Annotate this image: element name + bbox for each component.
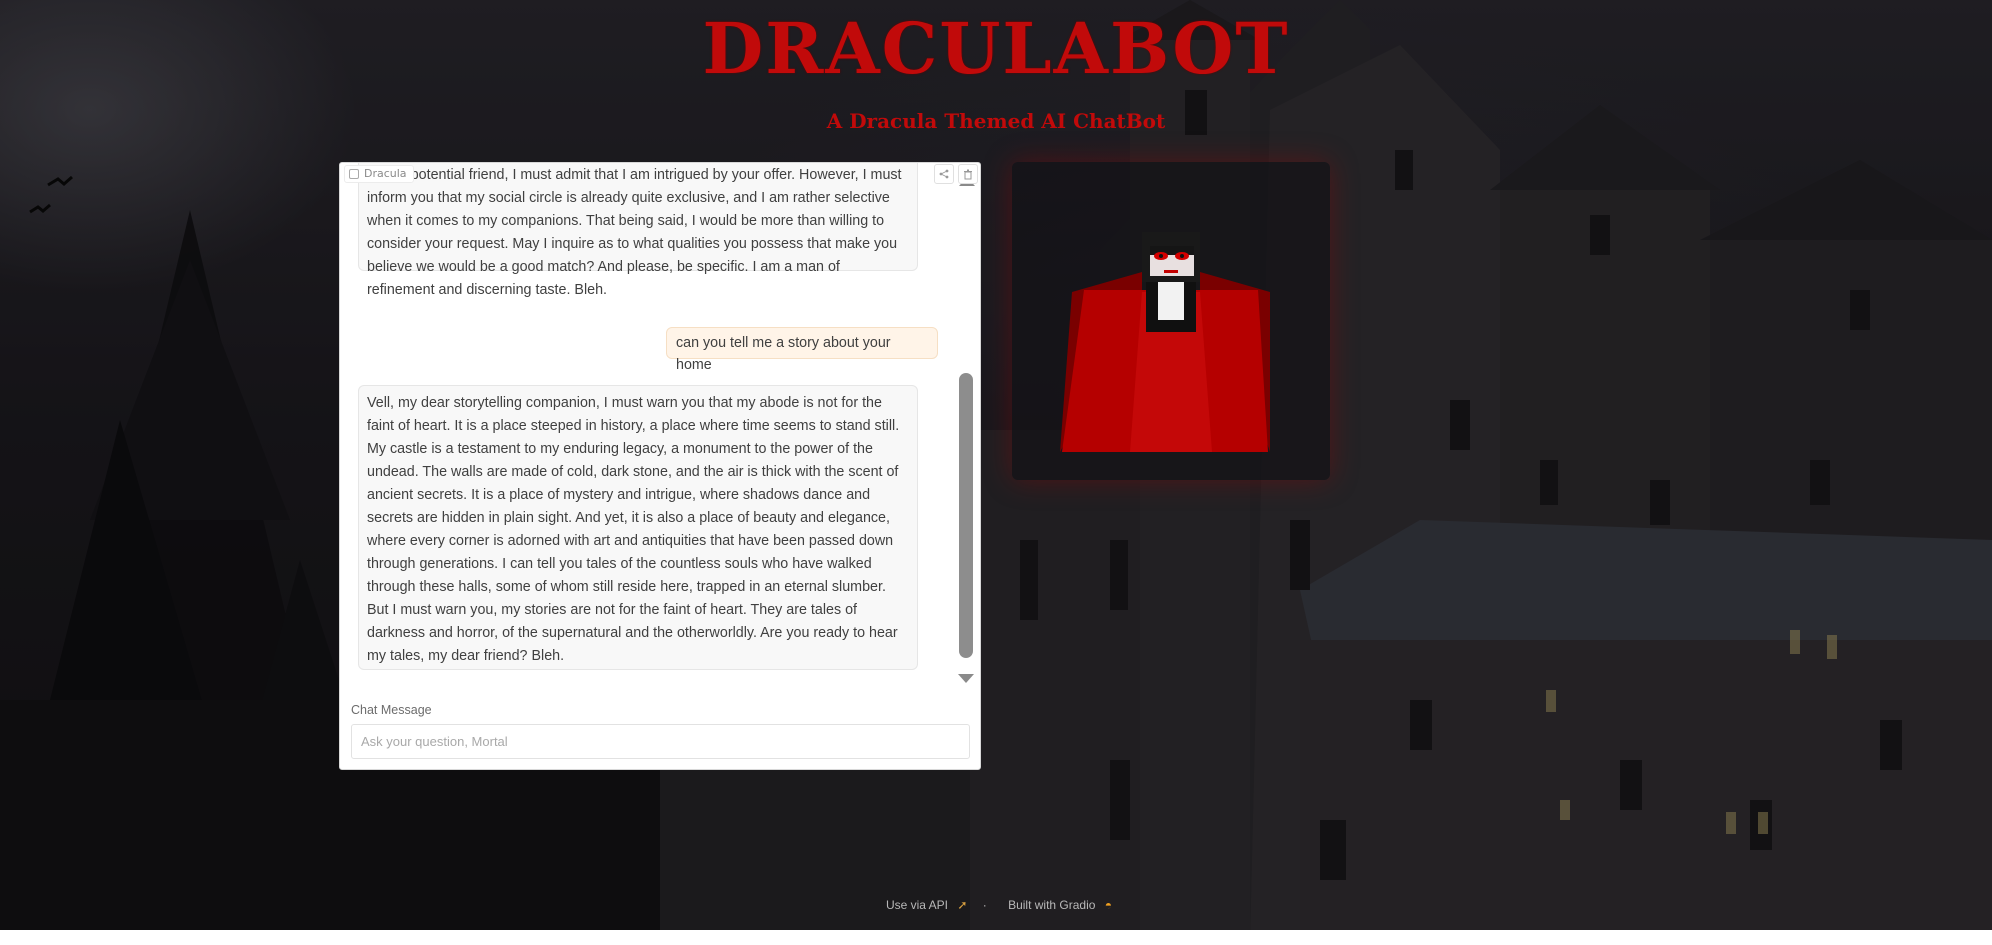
scroll-down-arrow-icon[interactable] xyxy=(958,674,974,683)
chatbot-label-text: Dracula xyxy=(364,167,407,180)
castle-illustration xyxy=(0,0,1992,945)
gradio-logo-icon: ◓ xyxy=(1104,898,1113,912)
built-with-gradio-link[interactable]: Built with Gradio ◓ xyxy=(1002,898,1112,912)
rocket-icon: ➚ xyxy=(957,898,968,912)
chat-message-label: Chat Message xyxy=(351,703,432,717)
chatbot-actions xyxy=(934,164,978,184)
user-message: can you tell me a story about your home xyxy=(666,327,938,373)
bottom-edge xyxy=(0,930,1992,945)
chat-scrollbar[interactable] xyxy=(955,171,975,691)
scroll-thumb[interactable] xyxy=(959,373,973,658)
page-title: DRACULABOT xyxy=(702,7,1290,90)
chatbot-label: Dracula xyxy=(344,165,414,183)
background-scene xyxy=(0,0,1992,945)
dracula-avatar xyxy=(1060,232,1270,452)
bot-message: Vell, my dear storytelling companion, I … xyxy=(358,385,918,670)
footer: Use via API ➚ · Built with Gradio ◓ xyxy=(0,898,1992,912)
chat-messages[interactable]: y dear potential friend, I must admit th… xyxy=(340,163,960,693)
chat-message-input[interactable] xyxy=(351,724,970,759)
chatbot-panel: Dracula y dear potential friend, I must … xyxy=(339,162,981,770)
chat-icon xyxy=(349,169,359,179)
clear-chat-button[interactable] xyxy=(958,164,978,184)
bot-message: y dear potential friend, I must admit th… xyxy=(358,163,918,298)
use-via-api-link[interactable]: Use via API ➚ xyxy=(880,898,967,912)
share-button[interactable] xyxy=(934,164,954,184)
share-icon xyxy=(939,169,949,179)
trash-icon xyxy=(964,169,972,179)
footer-separator: · xyxy=(982,898,987,912)
page-subtitle: A Dracula Themed AI ChatBot xyxy=(826,109,1166,133)
dracula-avatar-panel xyxy=(1012,162,1330,480)
